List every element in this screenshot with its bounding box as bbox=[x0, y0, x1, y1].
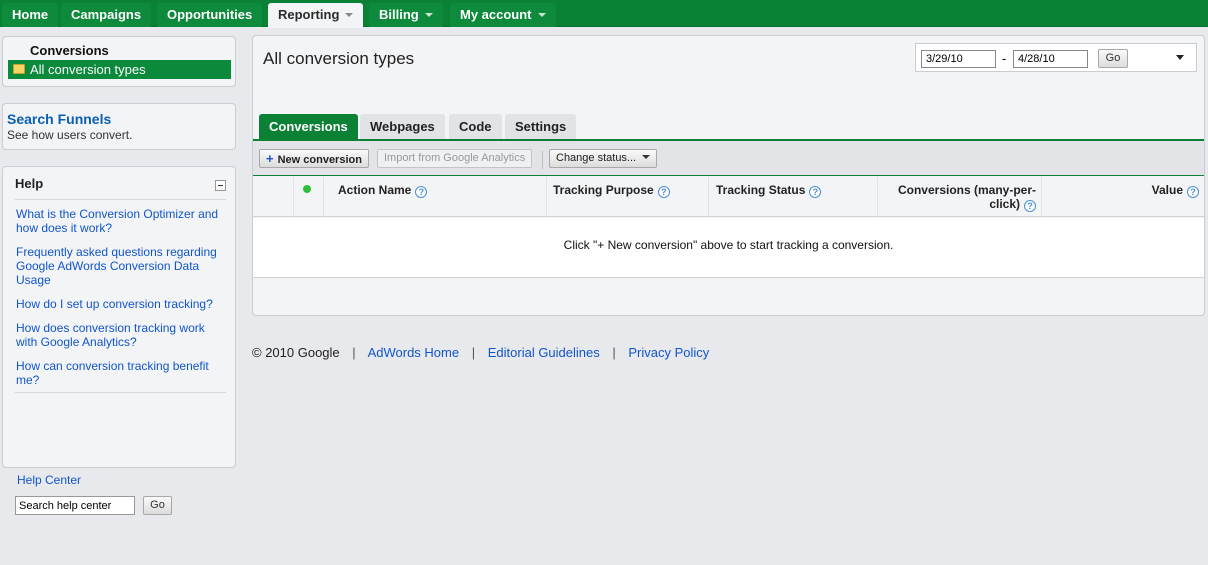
search-funnels-subtitle: See how users convert. bbox=[7, 128, 133, 142]
tab-campaigns-label: Campaigns bbox=[71, 7, 142, 22]
chevron-down-icon bbox=[642, 155, 651, 159]
column-divider bbox=[1041, 177, 1042, 217]
column-divider bbox=[293, 177, 294, 217]
date-range-dash: - bbox=[1002, 51, 1007, 66]
toolbar: + New conversion Import from Google Analy… bbox=[253, 141, 1204, 176]
column-value-label: Value bbox=[1151, 183, 1183, 197]
help-link-faq[interactable]: Frequently asked questions regarding Goo… bbox=[16, 245, 224, 287]
chevron-down-icon bbox=[537, 13, 546, 17]
tab-reporting-label: Reporting bbox=[278, 7, 340, 22]
help-question-icon[interactable]: ? bbox=[809, 186, 822, 198]
help-center-link[interactable]: Help Center bbox=[17, 473, 81, 487]
divider bbox=[15, 392, 226, 393]
table-header: Action Name? Tracking Purpose? Tracking … bbox=[253, 177, 1204, 217]
column-conversions[interactable]: Conversions (many-per-click)? bbox=[883, 183, 1036, 212]
column-tracking-status[interactable]: Tracking Status? bbox=[716, 183, 822, 198]
column-conversions-label-line2: click) bbox=[989, 197, 1020, 211]
help-link-benefit[interactable]: How can conversion tracking benefit me? bbox=[16, 359, 224, 387]
minimize-icon[interactable] bbox=[215, 180, 226, 191]
plus-icon: + bbox=[266, 151, 274, 166]
new-conversion-label: New conversion bbox=[277, 154, 362, 166]
editorial-guidelines-link[interactable]: Editorial Guidelines bbox=[488, 345, 600, 360]
main-panel: All conversion types - Go Conversions We… bbox=[252, 35, 1205, 316]
column-divider bbox=[708, 177, 709, 217]
sidebar-item-all-conversion-types[interactable]: All conversion types bbox=[8, 60, 231, 79]
tab-billing[interactable]: Billing bbox=[369, 3, 443, 27]
conversions-panel: Conversions All conversion types bbox=[2, 36, 236, 87]
divider bbox=[15, 199, 226, 200]
chevron-down-icon[interactable] bbox=[1176, 55, 1184, 60]
help-heading: Help bbox=[15, 176, 44, 191]
footer-separator: | bbox=[612, 345, 616, 360]
status-dot-icon bbox=[303, 185, 311, 193]
column-action-name-label: Action Name bbox=[338, 183, 412, 197]
empty-message: Click "+ New conversion" above to start … bbox=[563, 238, 894, 252]
help-link-conversion-optimizer[interactable]: What is the Conversion Optimizer and how… bbox=[16, 207, 224, 235]
adwords-home-link[interactable]: AdWords Home bbox=[368, 345, 460, 360]
privacy-policy-link[interactable]: Privacy Policy bbox=[628, 345, 709, 360]
help-link-setup[interactable]: How do I set up conversion tracking? bbox=[16, 297, 224, 311]
conversions-heading: Conversions bbox=[30, 43, 109, 58]
help-question-icon[interactable]: ? bbox=[1024, 200, 1036, 212]
chevron-down-icon bbox=[424, 13, 433, 17]
search-help-input[interactable] bbox=[15, 496, 135, 515]
column-action-name[interactable]: Action Name? bbox=[338, 183, 428, 198]
tab-code[interactable]: Code bbox=[449, 114, 502, 139]
tab-opportunities-label: Opportunities bbox=[167, 7, 253, 22]
column-value[interactable]: Value? bbox=[1113, 183, 1199, 198]
date-from-input[interactable] bbox=[921, 50, 996, 68]
copyright: © 2010 Google bbox=[252, 345, 340, 360]
tab-reporting[interactable]: Reporting bbox=[268, 3, 364, 28]
column-divider bbox=[323, 177, 324, 217]
date-to-input[interactable] bbox=[1013, 50, 1088, 68]
page-title: All conversion types bbox=[263, 49, 415, 68]
import-analytics-button[interactable]: Import from Google Analytics bbox=[377, 149, 533, 168]
tab-opportunities[interactable]: Opportunities bbox=[157, 3, 263, 27]
sidebar-item-label: All conversion types bbox=[30, 62, 146, 77]
search-funnels-link[interactable]: Search Funnels bbox=[7, 111, 111, 127]
column-divider bbox=[877, 177, 878, 217]
column-tracking-status-label: Tracking Status bbox=[716, 183, 806, 197]
help-question-icon[interactable]: ? bbox=[1187, 186, 1199, 198]
column-tracking-purpose-label: Tracking Purpose bbox=[553, 183, 654, 197]
tab-home[interactable]: Home bbox=[2, 3, 59, 27]
help-link-analytics[interactable]: How does conversion tracking work with G… bbox=[16, 321, 224, 349]
help-search-go-button[interactable]: Go bbox=[143, 496, 172, 515]
empty-table-row: Click "+ New conversion" above to start … bbox=[253, 218, 1204, 278]
folder-icon bbox=[13, 64, 25, 74]
chevron-down-icon bbox=[345, 13, 354, 17]
tab-conversions[interactable]: Conversions bbox=[259, 114, 358, 139]
column-divider bbox=[546, 177, 547, 217]
new-conversion-button[interactable]: + New conversion bbox=[259, 149, 369, 168]
help-question-icon[interactable]: ? bbox=[657, 186, 670, 198]
footer: © 2010 Google | AdWords Home | Editorial… bbox=[252, 345, 709, 360]
help-question-icon[interactable]: ? bbox=[415, 186, 428, 198]
date-range-picker: - Go bbox=[915, 43, 1197, 72]
tab-webpages[interactable]: Webpages bbox=[360, 114, 445, 139]
tab-billing-label: Billing bbox=[379, 7, 419, 22]
top-navigation: Home Campaigns Opportunities Reporting B… bbox=[0, 0, 1208, 28]
tab-home-label: Home bbox=[12, 7, 49, 22]
search-funnels-panel: Search Funnels See how users convert. bbox=[2, 103, 236, 150]
footer-separator: | bbox=[352, 345, 356, 360]
column-tracking-purpose[interactable]: Tracking Purpose? bbox=[553, 183, 670, 198]
change-status-label: Change status... bbox=[556, 152, 637, 164]
change-status-button[interactable]: Change status... bbox=[549, 149, 658, 168]
footer-separator: | bbox=[471, 345, 476, 360]
tab-my-account[interactable]: My account bbox=[450, 3, 556, 27]
tab-my-account-label: My account bbox=[460, 7, 532, 22]
tab-campaigns[interactable]: Campaigns bbox=[61, 3, 152, 27]
divider bbox=[542, 151, 543, 169]
help-panel: Help What is the Conversion Optimizer an… bbox=[2, 166, 236, 515]
column-conversions-label-line1: Conversions (many-per- bbox=[897, 183, 1036, 197]
date-go-button[interactable]: Go bbox=[1098, 49, 1128, 68]
tab-settings[interactable]: Settings bbox=[505, 114, 577, 139]
